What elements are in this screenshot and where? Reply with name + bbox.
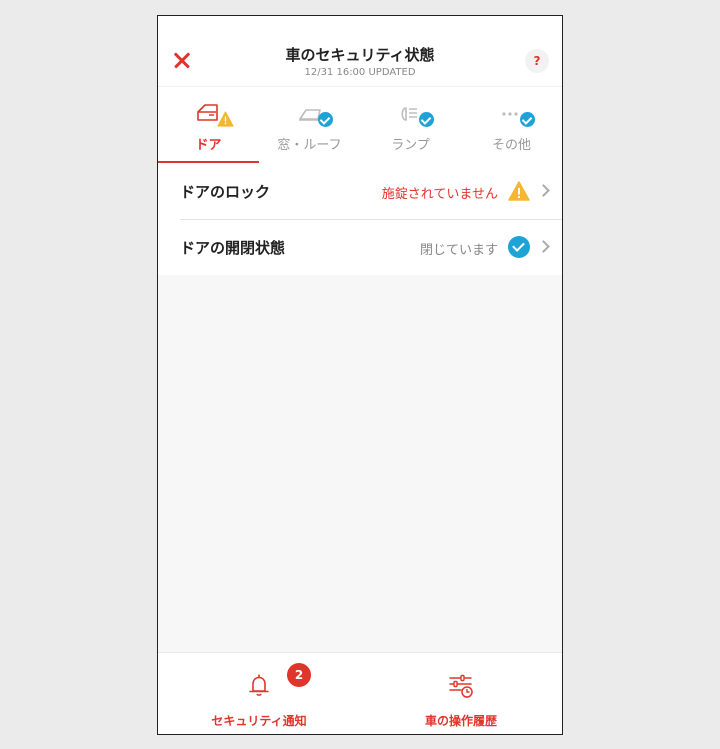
row-status: 施錠されていません bbox=[381, 187, 498, 202]
tab-lamp-label: ランプ bbox=[391, 138, 430, 153]
chevron-right-icon bbox=[537, 184, 550, 197]
updated-timestamp: 12/31 16:00 UPDATED bbox=[304, 67, 416, 78]
page-title: 車のセキュリティ状態 bbox=[285, 46, 435, 64]
window-icon bbox=[296, 101, 336, 129]
bottom-bar: 2 セキュリティ通知 車の操作履歴 bbox=[158, 652, 562, 734]
row-label: ドアの開閉状態 bbox=[180, 239, 286, 257]
list-item-door-lock[interactable]: ドアのロック 施錠されていません bbox=[158, 163, 562, 219]
check-icon bbox=[508, 236, 530, 258]
header: 車のセキュリティ状態 12/31 16:00 UPDATED ? bbox=[158, 16, 562, 86]
check-icon bbox=[520, 112, 535, 127]
door-icon bbox=[195, 101, 235, 129]
status-list: ドアのロック 施錠されていません ドアの開閉状態 閉じています bbox=[158, 163, 562, 275]
tab-window-roof[interactable]: 窓・ルーフ bbox=[259, 87, 360, 164]
tab-window-label: 窓・ルーフ bbox=[277, 138, 342, 153]
warning-icon bbox=[508, 181, 530, 201]
notification-count-badge: 2 bbox=[287, 663, 311, 687]
row-status: 閉じています bbox=[419, 243, 498, 258]
warning-icon bbox=[217, 111, 234, 127]
more-icon bbox=[498, 101, 538, 129]
operation-history-button[interactable]: 車の操作履歴 bbox=[360, 653, 562, 734]
phone-screen: 車のセキュリティ状態 12/31 16:00 UPDATED ? ドア 窓・ルー… bbox=[157, 15, 563, 735]
list-item-door-open-state[interactable]: ドアの開閉状態 閉じています bbox=[158, 219, 562, 275]
security-notifications-label: セキュリティ通知 bbox=[211, 714, 307, 728]
tab-door-label: ドア bbox=[195, 138, 222, 153]
security-notifications-button[interactable]: 2 セキュリティ通知 bbox=[158, 653, 360, 734]
tab-door[interactable]: ドア bbox=[158, 87, 259, 164]
history-settings-icon bbox=[449, 674, 473, 698]
bell-icon bbox=[249, 674, 269, 696]
tab-other-label: その他 bbox=[491, 138, 531, 153]
row-label: ドアのロック bbox=[180, 183, 271, 201]
lamp-icon bbox=[397, 101, 437, 129]
check-icon bbox=[318, 112, 333, 127]
chevron-right-icon bbox=[537, 240, 550, 253]
operation-history-label: 車の操作履歴 bbox=[424, 714, 497, 728]
check-icon bbox=[419, 112, 434, 127]
tab-other[interactable]: その他 bbox=[461, 87, 562, 164]
help-button[interactable]: ? bbox=[525, 49, 549, 73]
category-tabs: ドア 窓・ルーフ ランプ その他 bbox=[158, 86, 562, 164]
tab-lamp[interactable]: ランプ bbox=[360, 87, 461, 164]
